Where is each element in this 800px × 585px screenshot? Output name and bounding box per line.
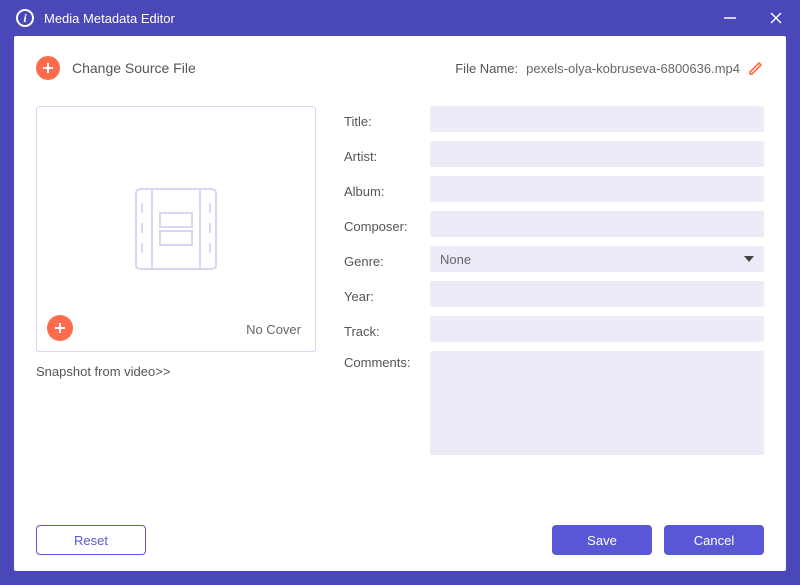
edit-filename-button[interactable] [748, 60, 764, 76]
plus-icon [41, 61, 55, 75]
field-row-artist: Artist: [344, 141, 764, 167]
chevron-down-icon [744, 256, 754, 262]
change-source-button[interactable] [36, 56, 60, 80]
window-controls [720, 8, 786, 28]
album-input[interactable] [430, 176, 764, 202]
artist-input[interactable] [430, 141, 764, 167]
close-button[interactable] [766, 8, 786, 28]
track-input[interactable] [430, 316, 764, 342]
content-area: Change Source File File Name: pexels-oly… [14, 36, 786, 571]
cover-preview: No Cover [36, 106, 316, 352]
source-row: Change Source File File Name: pexels-oly… [36, 52, 764, 84]
save-button[interactable]: Save [552, 525, 652, 555]
main-row: No Cover Snapshot from video>> Title: Ar… [36, 106, 764, 509]
field-row-album: Album: [344, 176, 764, 202]
add-cover-button[interactable] [47, 315, 73, 341]
field-row-genre: Genre: None [344, 246, 764, 272]
filename-block: File Name: pexels-olya-kobruseva-6800636… [455, 60, 764, 76]
app-window: i Media Metadata Editor Change Source Fi… [0, 0, 800, 585]
snapshot-from-video-link[interactable]: Snapshot from video>> [36, 364, 316, 379]
window-title: Media Metadata Editor [44, 11, 175, 26]
field-row-track: Track: [344, 316, 764, 342]
change-source-label[interactable]: Change Source File [72, 60, 196, 76]
composer-label: Composer: [344, 215, 430, 234]
comments-label: Comments: [344, 351, 430, 370]
pencil-icon [748, 60, 764, 76]
minimize-button[interactable] [720, 8, 740, 28]
genre-selected-value: None [440, 252, 471, 267]
fields-column: Title: Artist: Album: Composer: Genre: [344, 106, 764, 509]
button-row: Reset Save Cancel [36, 525, 764, 555]
field-row-year: Year: [344, 281, 764, 307]
reset-button[interactable]: Reset [36, 525, 146, 555]
title-label: Title: [344, 110, 430, 129]
titlebar: i Media Metadata Editor [0, 0, 800, 36]
composer-input[interactable] [430, 211, 764, 237]
right-buttons: Save Cancel [552, 525, 764, 555]
genre-label: Genre: [344, 250, 430, 269]
artist-label: Artist: [344, 145, 430, 164]
cover-column: No Cover Snapshot from video>> [36, 106, 316, 509]
info-icon: i [16, 9, 34, 27]
plus-icon [53, 321, 67, 335]
track-label: Track: [344, 320, 430, 339]
film-placeholder-icon [116, 179, 236, 279]
year-label: Year: [344, 285, 430, 304]
title-input[interactable] [430, 106, 764, 132]
cancel-button[interactable]: Cancel [664, 525, 764, 555]
field-row-title: Title: [344, 106, 764, 132]
year-input[interactable] [430, 281, 764, 307]
genre-select[interactable]: None [430, 246, 764, 272]
filename-value: pexels-olya-kobruseva-6800636.mp4 [526, 61, 740, 76]
no-cover-label: No Cover [246, 322, 301, 337]
filename-label: File Name: [455, 61, 518, 76]
field-row-comments: Comments: [344, 351, 764, 455]
comments-textarea[interactable] [430, 351, 764, 455]
album-label: Album: [344, 180, 430, 199]
field-row-composer: Composer: [344, 211, 764, 237]
